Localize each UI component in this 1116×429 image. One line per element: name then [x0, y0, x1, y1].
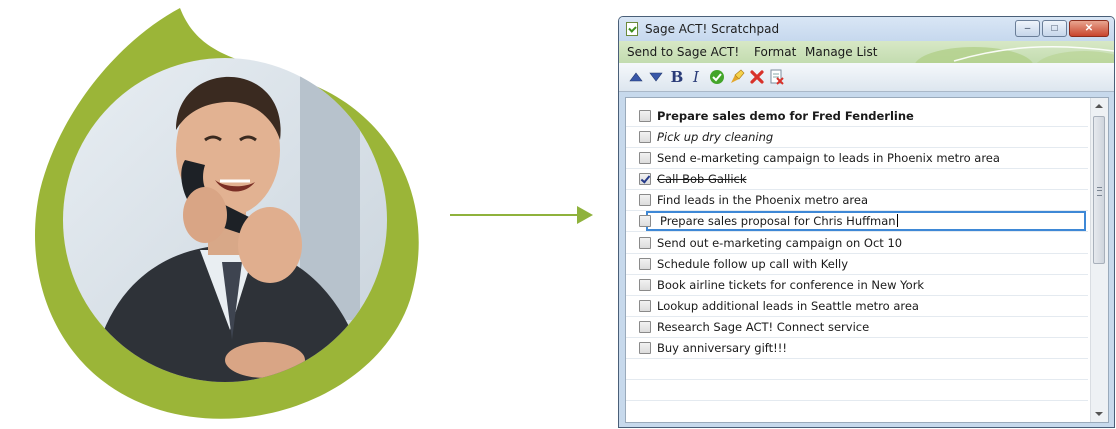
minimize-button[interactable]: –: [1015, 20, 1040, 37]
scroll-up-icon[interactable]: [1095, 104, 1103, 108]
task-text: Schedule follow up call with Kelly: [657, 257, 849, 271]
task-checkbox[interactable]: [639, 258, 651, 270]
task-checkbox-checked[interactable]: [639, 173, 651, 185]
vertical-scrollbar[interactable]: [1090, 98, 1108, 422]
task-row[interactable]: Send out e-marketing campaign on Oct 10: [626, 233, 1088, 254]
empty-row[interactable]: [626, 380, 1088, 401]
task-text: Send e-marketing campaign to leads in Ph…: [657, 151, 1000, 165]
move-down-icon[interactable]: [647, 68, 665, 86]
clear-completed-icon[interactable]: [768, 68, 786, 86]
task-checkbox[interactable]: [639, 194, 651, 206]
arrow-right-icon: [450, 206, 593, 224]
scratchpad-app-icon: [626, 22, 638, 36]
window-title: Sage ACT! Scratchpad: [645, 22, 780, 36]
task-text: Prepare sales demo for Fred Fenderline: [657, 109, 914, 123]
task-checkbox[interactable]: [639, 279, 651, 291]
menu-bar: Send to Sage ACT! Format Manage List: [619, 41, 1114, 63]
task-row[interactable]: Find leads in the Phoenix metro area: [626, 190, 1088, 211]
scroll-thumb[interactable]: [1093, 116, 1105, 264]
bold-icon[interactable]: B: [668, 68, 686, 86]
task-checkbox[interactable]: [639, 237, 651, 249]
highlight-icon[interactable]: [728, 68, 746, 86]
task-checkbox[interactable]: [639, 152, 651, 164]
task-text: Book airline tickets for conference in N…: [657, 278, 925, 292]
task-text: Buy anniversary gift!!!: [657, 341, 787, 355]
maximize-button[interactable]: □: [1042, 20, 1067, 37]
empty-row[interactable]: [626, 359, 1088, 380]
task-text: Pick up dry cleaning: [657, 130, 774, 144]
task-checkbox[interactable]: [639, 131, 651, 143]
task-row[interactable]: Buy anniversary gift!!!: [626, 338, 1088, 359]
task-text-input[interactable]: Prepare sales proposal for Chris Huffman: [660, 214, 898, 228]
menu-format[interactable]: Format: [754, 45, 796, 59]
task-row[interactable]: Send e-marketing campaign to leads in Ph…: [626, 148, 1088, 169]
scroll-down-icon[interactable]: [1095, 412, 1103, 416]
title-bar[interactable]: Sage ACT! Scratchpad – □ ✕: [619, 17, 1114, 41]
menu-manage-list[interactable]: Manage List: [805, 45, 877, 59]
task-row[interactable]: Schedule follow up call with Kelly: [626, 254, 1088, 275]
menu-send-to-sage-act[interactable]: Send to Sage ACT!: [627, 45, 739, 59]
task-row-editing[interactable]: Prepare sales proposal for Chris Huffman: [626, 211, 1088, 232]
task-list: Prepare sales demo for Fred Fenderline P…: [625, 97, 1109, 423]
menu-decoration: [915, 45, 1114, 63]
task-row[interactable]: Research Sage ACT! Connect service: [626, 317, 1088, 338]
task-checkbox[interactable]: [639, 215, 651, 227]
task-text: Find leads in the Phoenix metro area: [657, 193, 869, 207]
task-row[interactable]: Lookup additional leads in Seattle metro…: [626, 296, 1088, 317]
businessman-photo-illustration: [35, 8, 419, 419]
task-checkbox[interactable]: [639, 300, 651, 312]
text-caret: [896, 214, 898, 227]
task-row[interactable]: Prepare sales demo for Fred Fenderline: [626, 106, 1088, 127]
task-text: Send out e-marketing campaign on Oct 10: [657, 236, 903, 250]
grip-icon: [1097, 187, 1102, 196]
delete-icon[interactable]: [748, 68, 766, 86]
window-controls: – □ ✕: [1015, 20, 1109, 37]
task-checkbox[interactable]: [639, 321, 651, 333]
task-row[interactable]: Book airline tickets for conference in N…: [626, 275, 1088, 296]
scratchpad-window: Sage ACT! Scratchpad – □ ✕ Send to Sage …: [618, 16, 1115, 428]
italic-icon[interactable]: I: [687, 68, 705, 86]
task-row[interactable]: Pick up dry cleaning: [626, 127, 1088, 148]
task-checkbox[interactable]: [639, 342, 651, 354]
close-button[interactable]: ✕: [1069, 20, 1109, 37]
task-text: Lookup additional leads in Seattle metro…: [657, 299, 919, 313]
toolbar: B I: [619, 63, 1114, 92]
complete-check-icon[interactable]: [708, 68, 726, 86]
move-up-icon[interactable]: [627, 68, 645, 86]
task-checkbox[interactable]: [639, 110, 651, 122]
task-row[interactable]: Call Bob Gallick: [626, 169, 1088, 190]
task-text: Research Sage ACT! Connect service: [657, 320, 870, 334]
task-text: Call Bob Gallick: [657, 172, 747, 186]
